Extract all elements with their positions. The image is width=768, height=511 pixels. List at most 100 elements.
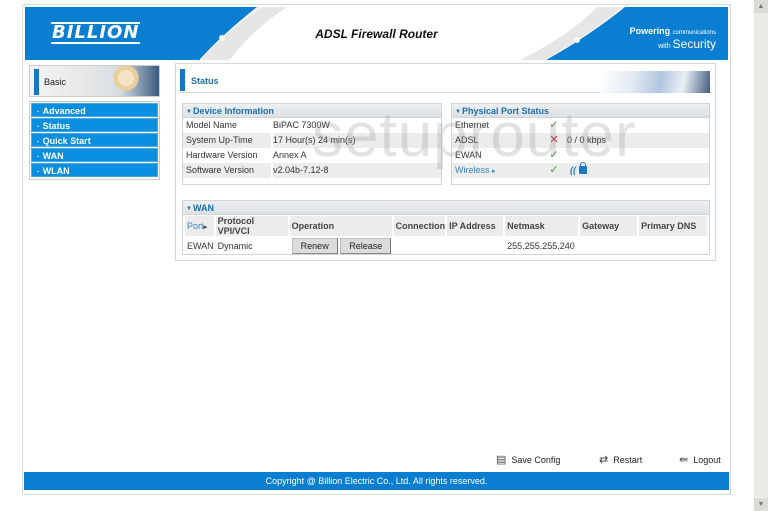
sidebar-item-label: Advanced <box>42 106 86 116</box>
port-row-ewan: EWAN ✓ <box>452 148 709 163</box>
sidebar-item-label: WAN <box>42 151 64 161</box>
footer: Copyright @ Billion Electric Co., Ltd. A… <box>24 472 729 490</box>
status-header: Status <box>179 67 712 93</box>
cell-gateway <box>580 237 637 255</box>
col-vpi-vci: VPI/VCI <box>217 226 250 236</box>
tagline-communications: communications <box>672 30 716 36</box>
restart-button[interactable]: ⇄ Restart <box>599 453 642 466</box>
device-information-panel: ▼Device Information Model Name BiPAC 7300… <box>182 103 442 185</box>
device-row-model: Model Name BiPAC 7300W <box>183 118 441 133</box>
floppy-disk-icon: ▤ <box>496 454 507 466</box>
col-gateway: Gateway <box>580 216 638 236</box>
wan-table-header: Port▸ Protocol VPI/VCI Operation Connect… <box>185 216 707 236</box>
row-value: BiPAC 7300W <box>273 120 330 130</box>
bullet-icon: · <box>37 152 40 161</box>
port-row-adsl: ADSL ✕ 0 / 0 kbps <box>452 133 709 148</box>
cell-operation: Renew Release <box>290 237 392 255</box>
office-banner-image <box>600 71 710 93</box>
scroll-up-arrow-icon[interactable]: ▲ <box>754 0 768 13</box>
row-value: Annex A <box>273 150 307 160</box>
wireless-link[interactable]: Wireless ▸ <box>452 163 544 178</box>
page-title: Status <box>191 76 219 86</box>
row-key: Ethernet <box>455 120 490 130</box>
tagline-powering: Powering <box>629 26 671 36</box>
sidebar-item-status[interactable]: · Status <box>31 118 158 132</box>
panel-title-text: Physical Port Status <box>461 106 549 116</box>
row-key: Model Name <box>183 118 273 133</box>
logout-button[interactable]: ⇚ Logout <box>679 453 721 466</box>
triangle-down-icon: ▼ <box>186 109 192 115</box>
sidebar-item-advanced[interactable]: · Advanced <box>31 103 158 117</box>
status-content: Status ▼Device Information Model Name BiP… <box>175 63 716 261</box>
section-marker <box>34 69 39 95</box>
router-page: BILLION ADSL Firewall Router Powering co… <box>22 4 731 495</box>
row-key: EWAN <box>455 150 482 160</box>
table-row: EWAN Dynamic Renew Release 255.255.255.2… <box>185 237 707 255</box>
vertical-scrollbar[interactable]: ▲ ▼ <box>754 0 768 511</box>
sidebar-item-quick-start[interactable]: · Quick Start <box>31 133 158 147</box>
row-value: 0 / 0 kbps <box>567 135 607 145</box>
row-key: System Up-Time <box>183 133 273 148</box>
release-button[interactable]: Release <box>340 238 392 254</box>
port-row-wireless: Wireless ▸ ✓ (( <box>452 162 709 178</box>
row-key: Software Version <box>183 163 273 178</box>
header-banner: BILLION ADSL Firewall Router Powering co… <box>25 7 728 60</box>
restart-icon: ⇄ <box>599 454 609 466</box>
col-port-label: Port <box>187 221 204 231</box>
col-operation: Operation <box>289 216 392 236</box>
row-key: ADSL <box>455 135 479 145</box>
row-value: 17 Hour(s) 24 min(s) <box>273 135 356 145</box>
bullet-icon: · <box>37 167 40 176</box>
sidebar-item-label: Quick Start <box>42 136 91 146</box>
wireless-signal-icon: (( <box>570 165 576 175</box>
logout-label: Logout <box>693 454 721 465</box>
cross-icon: ✕ <box>549 134 559 146</box>
wan-table: Port▸ Protocol VPI/VCI Operation Connect… <box>183 215 709 256</box>
tagline: Powering communications with Security <box>630 26 716 52</box>
cell-netmask: 255.255.255.240 <box>507 241 575 251</box>
device-row-hardware: Hardware Version Annex A <box>183 148 441 163</box>
sidebar-section-basic[interactable]: Basic <box>29 65 160 97</box>
renew-button[interactable]: Renew <box>291 238 338 254</box>
triangle-down-icon: ▼ <box>455 109 461 115</box>
bullet-icon: · <box>37 137 40 146</box>
sidebar-item-wlan[interactable]: · WLAN <box>31 163 158 177</box>
cell-ip <box>447 237 503 255</box>
panel-title[interactable]: ▼WAN <box>183 201 709 215</box>
col-connection: Connection <box>393 216 446 236</box>
sidebar-item-wan[interactable]: · WAN <box>31 148 158 162</box>
cell-protocol: Dynamic <box>217 241 253 251</box>
sidebar-item-label: WLAN <box>42 166 70 176</box>
wan-panel: ▼WAN Port▸ Protocol VPI/VCI Operation Co… <box>182 200 710 255</box>
col-ip-address: IP Address <box>447 216 504 236</box>
col-protocol-vpi: Protocol VPI/VCI <box>215 216 288 236</box>
panel-title-text: WAN <box>192 203 214 213</box>
scroll-down-arrow-icon[interactable]: ▼ <box>754 498 768 511</box>
check-icon: ✓ <box>549 164 559 176</box>
wireless-link-label: Wireless <box>455 165 490 175</box>
panel-title[interactable]: ▼Physical Port Status <box>452 104 709 118</box>
sidebar-section-label: Basic <box>44 77 67 87</box>
row-value: v2.04b-7.12-8 <box>273 165 329 175</box>
bullet-icon: · <box>37 122 40 131</box>
row-value <box>564 118 709 133</box>
physical-port-status-panel: ▼Physical Port Status Ethernet ✓ ADSL ✕ 0 /… <box>451 103 710 185</box>
sidebar-menu: · Advanced · Status · Quick Start · WAN · WLA… <box>29 101 160 180</box>
check-icon: ✓ <box>549 149 559 161</box>
sidebar: Basic · Advanced · Status · Quick Start · WA… <box>29 65 160 180</box>
col-port[interactable]: Port▸ <box>185 216 214 236</box>
col-netmask: Netmask <box>505 216 579 236</box>
panel-title[interactable]: ▼Device Information <box>183 104 441 118</box>
sidebar-item-label: Status <box>42 121 71 131</box>
logout-door-icon: ⇚ <box>679 454 689 466</box>
cell-dns <box>639 237 707 255</box>
section-marker <box>180 69 185 91</box>
device-row-uptime: System Up-Time 17 Hour(s) 24 min(s) <box>183 133 441 148</box>
row-key: Hardware Version <box>183 148 273 163</box>
tagline-security: Security <box>672 37 716 51</box>
arrow-right-icon: ▸ <box>492 168 496 175</box>
cell-connection <box>394 237 446 255</box>
save-config-button[interactable]: ▤ Save Config <box>496 453 560 466</box>
panel-title-text: Device Information <box>192 106 274 116</box>
app-title: ADSL Firewall Router <box>315 27 438 41</box>
